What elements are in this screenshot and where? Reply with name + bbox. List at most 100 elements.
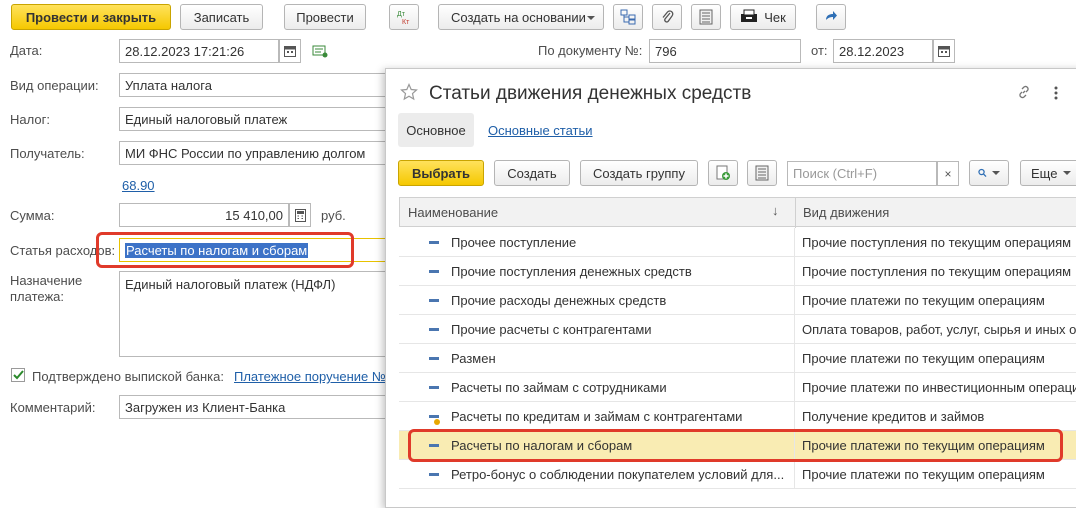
dt-kt-icon[interactable]: Дт Кт — [389, 4, 419, 30]
column-movement-header[interactable]: Вид движения — [803, 205, 889, 220]
paperclip-icon[interactable] — [652, 4, 682, 30]
report-list-icon[interactable] — [691, 4, 721, 30]
history-icon[interactable] — [312, 43, 328, 62]
more-label: Еще — [1031, 165, 1058, 181]
table-row[interactable]: Расчеты по займам с сотрудниками Прочие п… — [399, 373, 1076, 402]
row-movement: Прочие поступления по текущим операциям — [802, 264, 1072, 279]
currency-label: руб. — [321, 208, 346, 223]
link-icon[interactable] — [1016, 84, 1032, 103]
go-forward-icon[interactable] — [816, 4, 846, 30]
post-button[interactable]: Провести — [284, 4, 366, 30]
column-divider — [794, 344, 795, 373]
table-row[interactable]: Расчеты по кредитам и займам с контраген… — [399, 402, 1076, 431]
calendar-icon[interactable] — [933, 39, 955, 63]
row-movement: Оплата товаров, работ, услуг, сырья и ин… — [802, 322, 1076, 337]
marked-dot-icon — [434, 419, 440, 425]
create-button[interactable]: Создать — [494, 160, 570, 186]
row-name: Прочее поступление — [451, 235, 577, 250]
table-row[interactable]: Размен Прочие платежи по текущим операция… — [399, 344, 1076, 373]
from-date-field[interactable]: 28.12.2023 — [833, 39, 933, 63]
sort-arrow-icon: ↓ — [772, 203, 779, 218]
item-marker-icon — [429, 241, 439, 244]
more-button[interactable]: Еще — [1020, 160, 1076, 186]
table-row[interactable]: Ретро-бонус о соблюдении покупателем усл… — [399, 460, 1076, 489]
item-marker-icon — [429, 328, 439, 331]
doc-number-field[interactable]: 796 — [649, 39, 801, 63]
calculator-icon[interactable] — [289, 203, 311, 227]
column-divider — [794, 460, 795, 489]
table-row[interactable]: Прочие расходы денежных средств Прочие пл… — [399, 286, 1076, 315]
dropdown-arrow-icon — [992, 171, 1000, 175]
operation-type-field[interactable]: Уплата налога — [119, 73, 391, 97]
item-marker-icon — [429, 386, 439, 389]
column-divider — [794, 228, 795, 257]
search-input[interactable]: Поиск (Ctrl+F) — [787, 161, 937, 186]
date-field[interactable]: 28.12.2023 17:21:26 — [119, 39, 279, 63]
more-vertical-icon[interactable] — [1053, 85, 1059, 104]
column-divider — [794, 315, 795, 344]
create-on-basis-button[interactable]: Создать на основании — [438, 4, 604, 30]
tab-main[interactable]: Основное — [398, 113, 474, 147]
search-options-button[interactable] — [969, 160, 1009, 186]
highlight-box — [408, 429, 1063, 462]
purpose-label-line2: платежа: — [10, 289, 64, 304]
sum-field[interactable]: 15 410,00 — [119, 203, 289, 227]
item-marker-icon — [429, 357, 439, 360]
tab-main-articles[interactable]: Основные статьи — [488, 123, 593, 138]
recipient-label: Получатель: — [10, 146, 85, 161]
comment-field[interactable]: Загружен из Клиент-Банка — [119, 395, 391, 419]
row-name: Расчеты по кредитам и займам с контраген… — [451, 409, 743, 424]
column-divider — [794, 286, 795, 315]
row-movement: Прочие платежи по текущим операциям — [802, 293, 1045, 308]
receipt-label: Чек — [764, 9, 786, 25]
operation-type-label: Вид операции: — [10, 78, 99, 93]
post-and-close-button[interactable]: Провести и закрыть — [11, 4, 171, 30]
account-link[interactable]: 68.90 — [122, 178, 155, 193]
row-movement: Прочие платежи по текущим операциям — [802, 351, 1045, 366]
row-name: Прочие расчеты с контрагентами — [451, 322, 652, 337]
table-row[interactable]: Прочее поступление Прочие поступления по … — [399, 228, 1076, 257]
svg-text:Кт: Кт — [402, 19, 410, 26]
table-row[interactable]: Прочие поступления денежных средств Прочи… — [399, 257, 1076, 286]
calendar-icon[interactable] — [279, 39, 301, 63]
receipt-button[interactable]: Чек — [730, 4, 796, 30]
row-movement: Получение кредитов и займов — [802, 409, 985, 424]
item-marker-icon — [429, 473, 439, 476]
tax-field[interactable]: Единый налоговый платеж — [119, 107, 391, 131]
save-button[interactable]: Записать — [180, 4, 263, 30]
confirmed-checkbox[interactable] — [11, 368, 25, 382]
purpose-label-line1: Назначение — [10, 273, 83, 288]
row-name: Прочие расходы денежных средств — [451, 293, 667, 308]
column-divider — [795, 198, 796, 228]
payment-order-link[interactable]: Платежное поручение № — [234, 369, 386, 384]
row-name: Ретро-бонус о соблюдении покупателем усл… — [451, 467, 785, 482]
dropdown-arrow-icon — [587, 16, 595, 20]
date-label: Дата: — [10, 43, 43, 58]
row-name: Размен — [451, 351, 496, 366]
structure-icon[interactable] — [613, 4, 643, 30]
copy-add-icon[interactable] — [708, 160, 738, 186]
item-marker-icon — [429, 270, 439, 273]
clear-search-icon[interactable]: × — [937, 161, 959, 186]
doc-number-label: По документу №: — [538, 43, 643, 58]
purpose-textarea[interactable]: Единый налоговый платеж (НДФЛ) — [119, 271, 391, 357]
report-list-icon[interactable] — [747, 160, 777, 186]
column-divider — [794, 402, 795, 431]
grid-header: Наименование ↓ Вид движения — [399, 197, 1076, 228]
confirmed-label: Подтверждено выпиской банка: — [32, 369, 224, 384]
row-movement: Прочие поступления по текущим операциям — [802, 235, 1072, 250]
comment-label: Комментарий: — [10, 400, 96, 415]
column-name-header[interactable]: Наименование — [408, 205, 498, 220]
row-name: Прочие поступления денежных средств — [451, 264, 692, 279]
cash-flow-items-dialog: Статьи движения денежных средств Основно… — [385, 68, 1076, 508]
dropdown-arrow-icon — [1063, 171, 1072, 175]
select-button[interactable]: Выбрать — [398, 160, 484, 186]
item-marker-icon — [429, 299, 439, 302]
create-group-button[interactable]: Создать группу — [580, 160, 698, 186]
table-row[interactable]: Прочие расчеты с контрагентами Оплата тов… — [399, 315, 1076, 344]
recipient-field[interactable]: МИ ФНС России по управлению долгом — [119, 141, 391, 165]
row-name: Расчеты по займам с сотрудниками — [451, 380, 667, 395]
column-divider — [794, 373, 795, 402]
favorite-star-icon[interactable] — [400, 83, 418, 104]
dialog-title: Статьи движения денежных средств — [429, 83, 752, 104]
